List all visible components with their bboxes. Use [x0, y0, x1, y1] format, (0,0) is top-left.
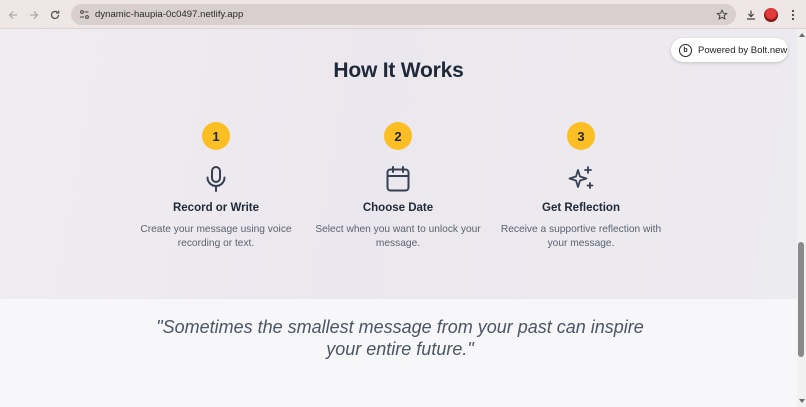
forward-button[interactable]: [23, 4, 45, 26]
profile-avatar[interactable]: [764, 8, 778, 22]
step-title: Get Reflection: [542, 202, 620, 214]
site-info-icon[interactable]: [73, 4, 95, 25]
download-icon[interactable]: [741, 5, 761, 25]
step-number-badge: 2: [384, 122, 412, 150]
url-text: dynamic-haupia-0c0497.netlify.app: [95, 9, 244, 20]
address-bar[interactable]: dynamic-haupia-0c0497.netlify.app: [71, 4, 736, 25]
step-description: Receive a supportive reflection with you…: [500, 224, 662, 249]
quote-line-1: "Sometimes the smallest message from you…: [156, 317, 644, 337]
page-scrollbar[interactable]: [797, 29, 806, 407]
arrow-left-icon: [8, 11, 17, 19]
step-card: 3 Get Reflection Receive a supportive re…: [486, 122, 676, 251]
bookmark-star-icon[interactable]: [713, 6, 730, 23]
bolt-logo-icon: b: [679, 43, 692, 57]
browser-toolbar: dynamic-haupia-0c0497.netlify.app: [0, 0, 806, 29]
step-title: Choose Date: [362, 202, 434, 214]
scrollbar-thumb[interactable]: [798, 242, 804, 357]
reload-button[interactable]: [44, 4, 66, 26]
more-menu-icon[interactable]: [785, 5, 801, 25]
arrow-right-icon: [30, 11, 39, 19]
reload-icon: [50, 10, 60, 20]
back-button[interactable]: [2, 4, 24, 26]
badge-label: Powered by Bolt.new: [698, 44, 788, 56]
step-description: Select when you want to unlock your mess…: [315, 224, 481, 249]
scroll-down-arrow-icon[interactable]: [797, 397, 806, 405]
quote-line-2: your entire future.": [326, 339, 474, 359]
how-it-works-section: How It Works 1 Record or Write Create yo…: [0, 29, 797, 299]
step-title: Record or Write: [172, 202, 260, 214]
step-number-badge: 1: [202, 122, 230, 150]
section-title: How It Works: [333, 59, 464, 82]
inspirational-quote: "Sometimes the smallest message from you…: [130, 316, 670, 360]
powered-by-bolt-badge[interactable]: b Powered by Bolt.new: [671, 38, 788, 62]
step-number-badge: 3: [567, 122, 595, 150]
step-description: Create your message using voice recordin…: [140, 224, 292, 249]
microphone-icon: [202, 165, 230, 193]
step-card: 2 Choose Date Select when you want to un…: [303, 122, 493, 251]
step-card: 1 Record or Write Create your message us…: [121, 122, 311, 251]
sparkles-icon: [567, 165, 595, 193]
calendar-icon: [384, 165, 412, 193]
scroll-up-arrow-icon[interactable]: [797, 31, 806, 39]
